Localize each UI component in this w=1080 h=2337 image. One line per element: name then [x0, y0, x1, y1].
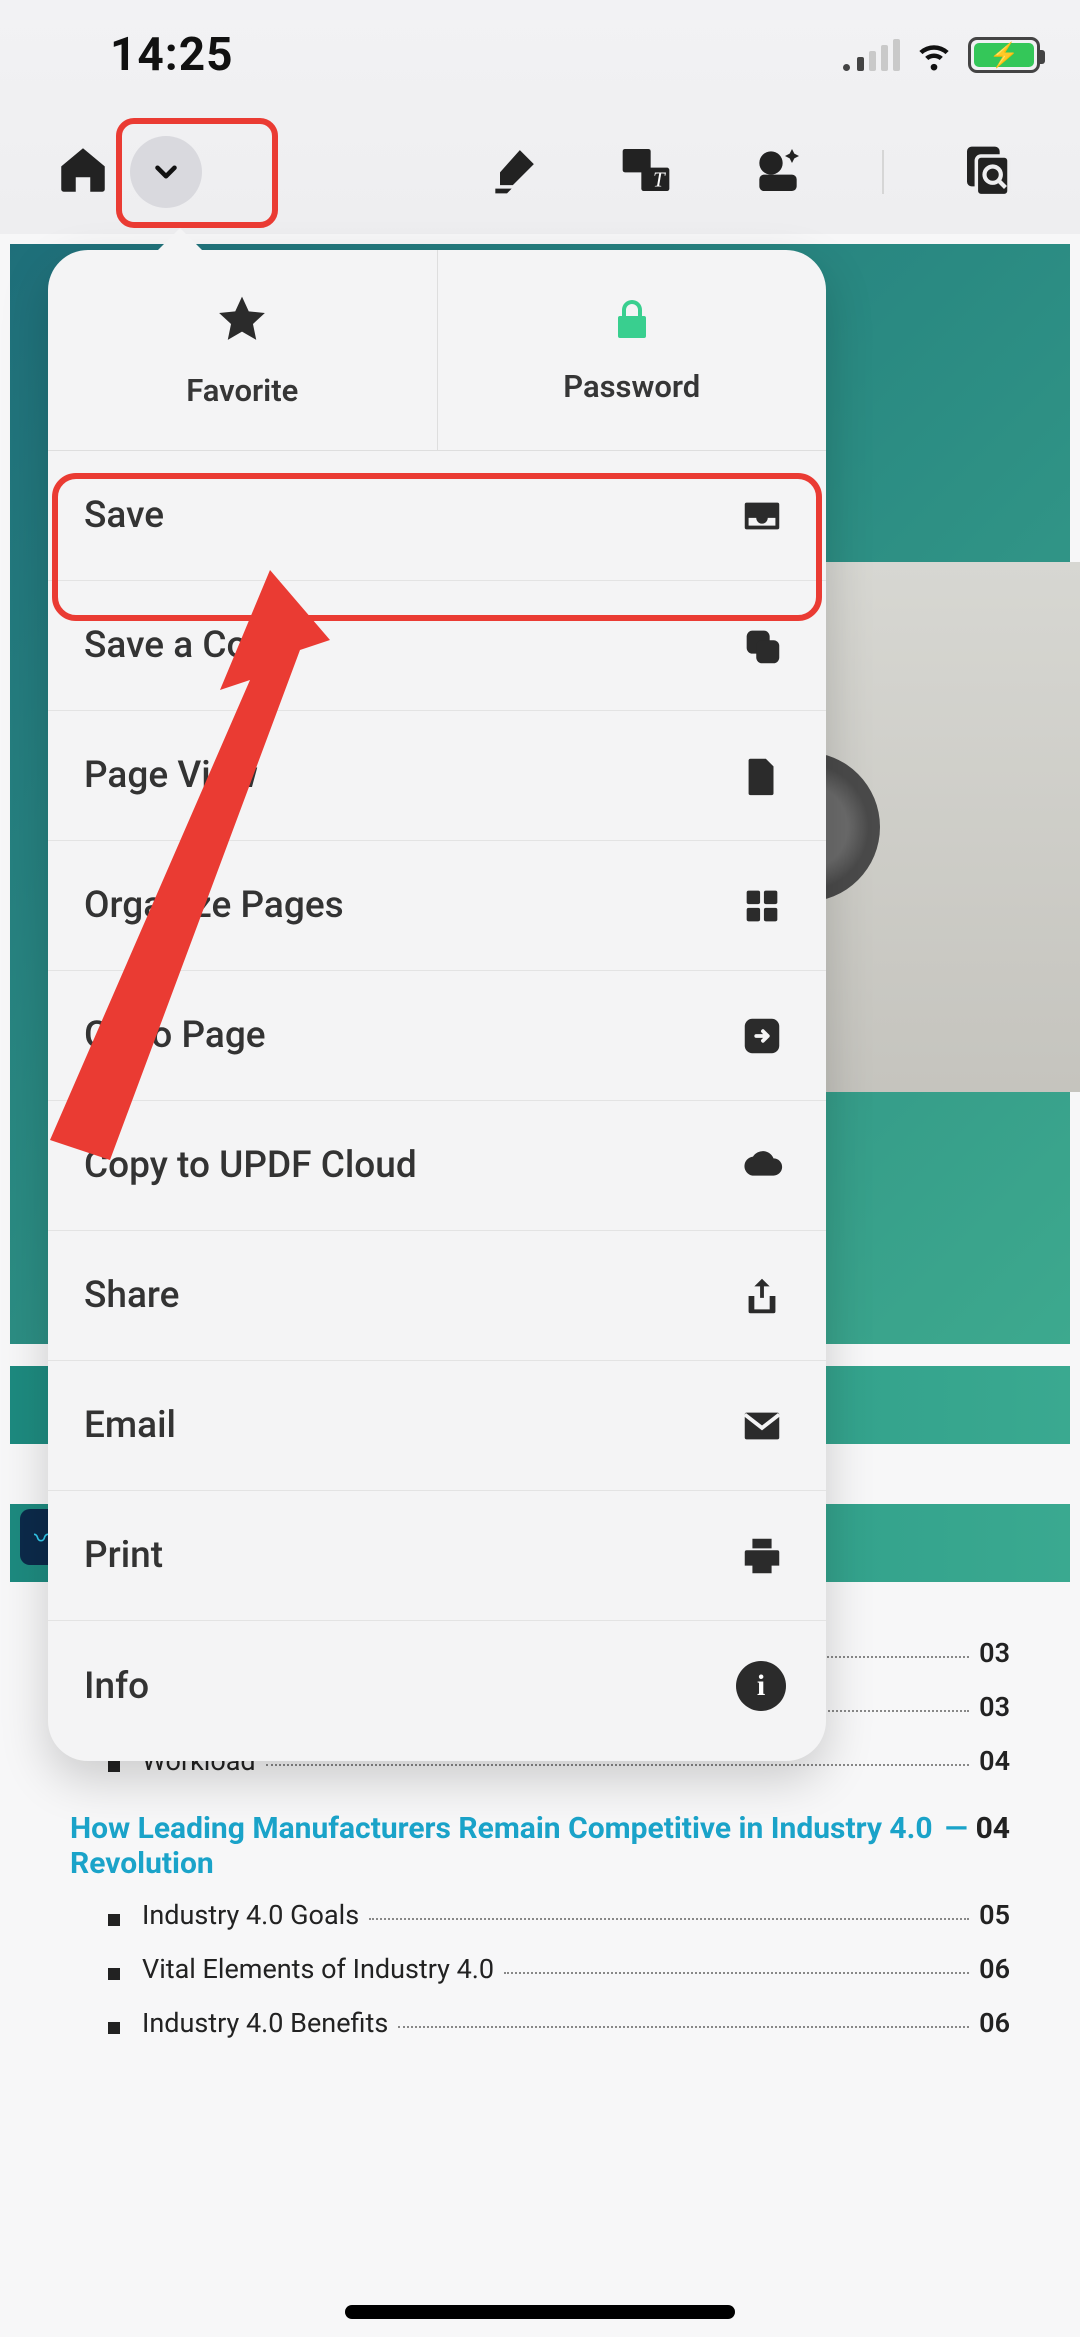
status-bar: 14:25 ⚡ — [0, 0, 1080, 110]
wifi-icon — [914, 33, 954, 77]
lock-icon — [608, 296, 656, 348]
menu-item-share[interactable]: Share — [48, 1231, 826, 1361]
star-icon — [214, 292, 270, 352]
menu-item-cloud[interactable]: Copy to UPDF Cloud — [48, 1101, 826, 1231]
share-icon — [738, 1272, 786, 1320]
password-button[interactable]: Password — [437, 250, 827, 450]
print-icon — [738, 1532, 786, 1580]
arrow-right-box-icon — [738, 1012, 786, 1060]
menu-list: Save Save a Copy Page View Organize Page… — [48, 450, 826, 1751]
toolbar-divider — [882, 150, 884, 194]
status-time: 14:25 — [110, 28, 234, 82]
menu-item-organize[interactable]: Organize Pages — [48, 841, 826, 971]
dropdown-menu: Favorite Password Save Save a Copy Page … — [48, 250, 826, 1761]
pages-search-icon[interactable] — [960, 142, 1016, 202]
copy-icon — [738, 622, 786, 670]
top-toolbar: T — [0, 110, 1080, 234]
grid-icon — [738, 882, 786, 930]
menu-item-save-copy[interactable]: Save a Copy — [48, 581, 826, 711]
favorite-label: Favorite — [186, 372, 298, 409]
favorite-button[interactable]: Favorite — [48, 250, 437, 450]
toc-item: Industry 4.0 Benefits06 — [70, 2007, 1010, 2039]
page-icon — [738, 752, 786, 800]
home-icon[interactable] — [54, 141, 112, 203]
cellular-signal-icon — [843, 39, 900, 71]
menu-item-page-view[interactable]: Page View — [48, 711, 826, 841]
toc-heading: How Leading Manufacturers Remain Competi… — [70, 1811, 1010, 1881]
toc-item: Vital Elements of Industry 4.006 — [70, 1953, 1010, 1985]
text-image-icon[interactable]: T — [618, 142, 674, 202]
info-icon: i — [736, 1661, 786, 1711]
cloud-icon — [738, 1142, 786, 1190]
menu-item-info[interactable]: Info i — [48, 1621, 826, 1751]
image-sparkle-icon[interactable] — [750, 142, 806, 202]
dropdown-toggle-button[interactable] — [130, 136, 202, 208]
highlighter-icon[interactable] — [486, 142, 542, 202]
svg-text:T: T — [653, 167, 666, 191]
menu-item-print[interactable]: Print — [48, 1491, 826, 1621]
password-label: Password — [563, 368, 700, 405]
menu-item-save[interactable]: Save — [48, 451, 826, 581]
home-indicator — [345, 2305, 735, 2319]
menu-item-email[interactable]: Email — [48, 1361, 826, 1491]
toc-item: Industry 4.0 Goals05 — [70, 1899, 1010, 1931]
status-indicators: ⚡ — [843, 33, 1040, 77]
inbox-icon — [738, 492, 786, 540]
email-icon — [738, 1402, 786, 1450]
battery-charging-icon: ⚡ — [968, 37, 1040, 73]
menu-item-goto[interactable]: Go to Page — [48, 971, 826, 1101]
